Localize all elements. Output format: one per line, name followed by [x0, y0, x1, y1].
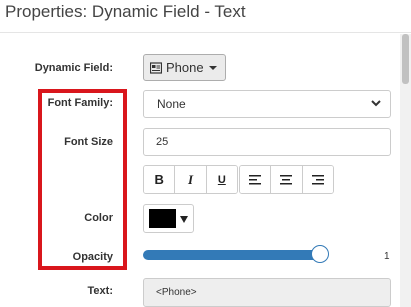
underline-glyph: U [217, 173, 226, 186]
opacity-slider-thumb[interactable] [311, 245, 329, 263]
text-label: Text: [87, 285, 113, 297]
opacity-slider-track[interactable] [143, 250, 323, 260]
id-card-icon [150, 61, 162, 74]
italic-glyph: I [187, 171, 194, 187]
align-right-button[interactable] [302, 166, 333, 193]
font-family-select[interactable]: None [143, 90, 391, 118]
text-field-value: <Phone> [156, 287, 197, 298]
text-field[interactable]: <Phone> [143, 278, 391, 307]
vertical-scrollbar[interactable] [400, 34, 411, 307]
font-family-value: None [157, 97, 186, 111]
align-left-icon [249, 174, 262, 184]
scrollbar-thumb[interactable] [402, 34, 409, 84]
panel-title: Properties: Dynamic Field - Text [5, 2, 246, 21]
underline-button[interactable]: U [206, 166, 237, 193]
alignment-group [239, 165, 334, 194]
dynamic-field-dropdown[interactable]: Phone [143, 54, 226, 81]
font-size-value: 25 [156, 136, 169, 148]
align-center-button[interactable] [271, 166, 303, 193]
title-divider [0, 32, 411, 33]
highlight-box [38, 89, 127, 270]
text-style-group: B I U [143, 165, 238, 194]
align-left-button[interactable] [240, 166, 272, 193]
chevron-down-icon [371, 100, 381, 107]
font-size-input[interactable]: 25 [143, 128, 391, 156]
bold-glyph: B [154, 172, 164, 187]
color-picker-button[interactable] [143, 204, 194, 233]
caret-down-icon [208, 65, 217, 70]
dynamic-field-value: Phone [166, 60, 204, 75]
italic-button[interactable]: I [175, 166, 207, 193]
opacity-value: 1 [384, 251, 390, 262]
align-center-icon [280, 174, 293, 184]
color-swatch [149, 209, 176, 228]
bold-button[interactable]: B [144, 166, 176, 193]
align-right-icon [311, 174, 324, 184]
dynamic-field-label: Dynamic Field: [34, 62, 113, 74]
caret-down-icon [180, 216, 188, 223]
